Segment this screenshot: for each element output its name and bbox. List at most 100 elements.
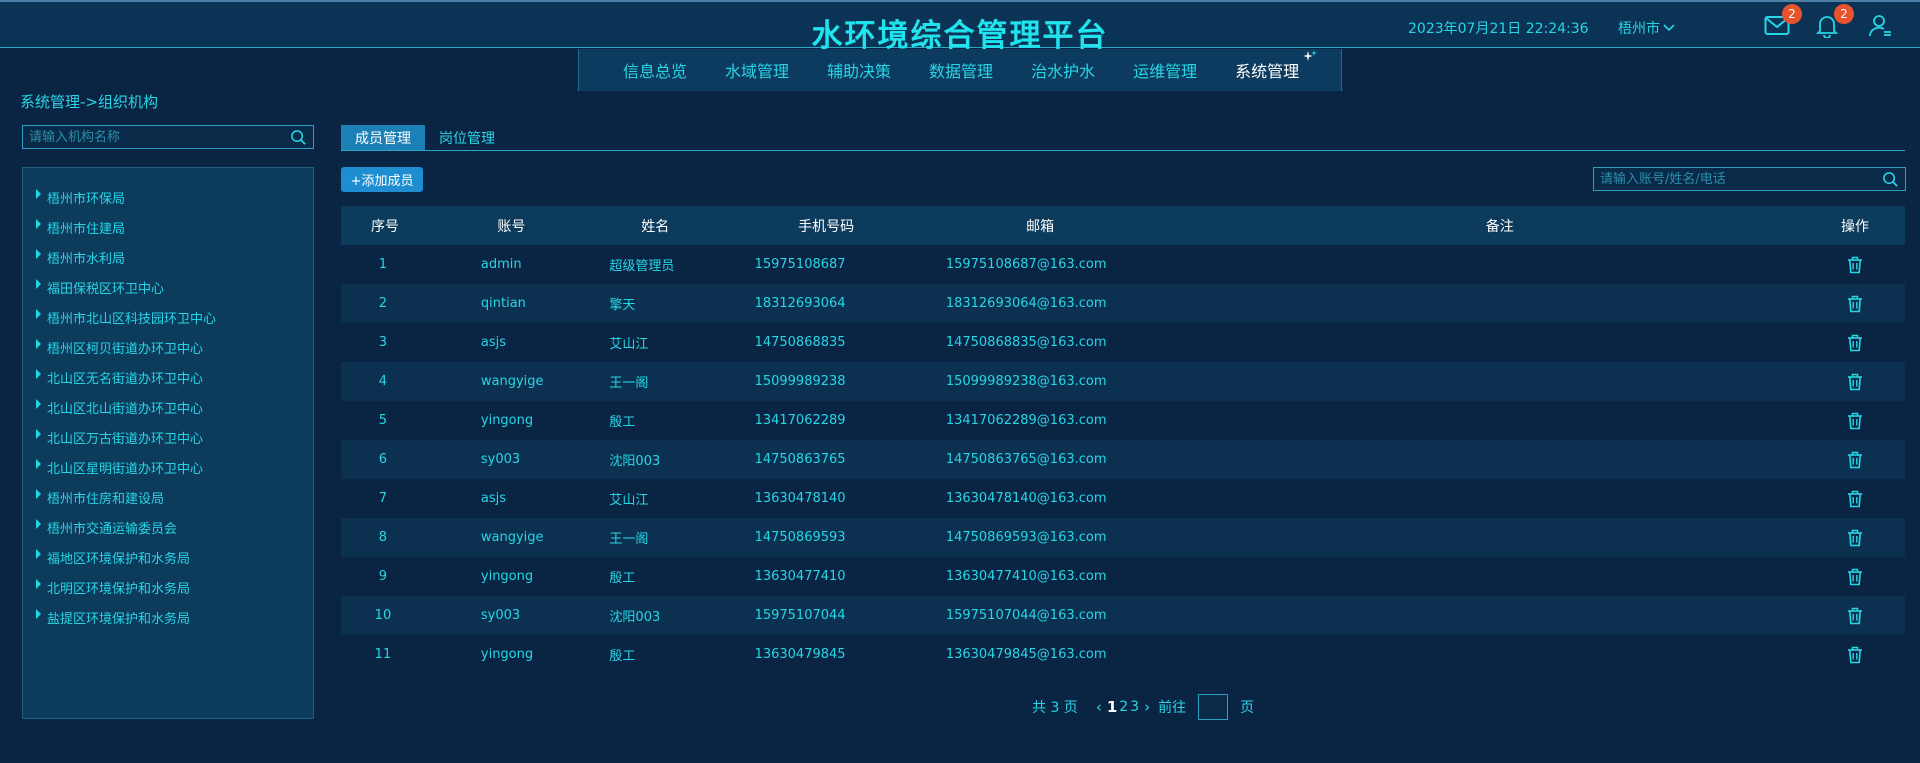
cell-phone: 14750869593 [754, 530, 846, 545]
page-total: 共 3 页 [1032, 700, 1078, 716]
tree-item[interactable]: 梧州市环保局 [23, 182, 313, 212]
user-icon [1869, 15, 1891, 37]
nav-item-overview[interactable]: 信息总览 [623, 58, 687, 82]
table-row: 11 yingong 殷工 13630479845 13630479845@163.co… [341, 635, 1905, 674]
mail-button[interactable]: 2 [1764, 4, 1802, 40]
caret-right-icon [36, 459, 41, 469]
cell-phone: 13630478140 [754, 491, 846, 506]
tree-item[interactable]: 北明区环境保护和水务局 [23, 572, 313, 602]
tree-item[interactable]: 梧州市交通运输委员会 [23, 512, 313, 542]
tab-positions[interactable]: 岗位管理 [425, 125, 509, 150]
table-row: 7 asjs 艾山江 13630478140 13630478140@163.com [341, 479, 1905, 518]
caret-right-icon [36, 519, 41, 529]
delete-icon[interactable] [1847, 568, 1863, 586]
caret-right-icon [36, 399, 41, 409]
page-2[interactable]: 2 [1119, 699, 1128, 715]
goto-page-input[interactable] [1198, 694, 1229, 720]
caret-right-icon [36, 609, 41, 619]
col-phone: 手机号码 [798, 218, 855, 235]
tree-item[interactable]: 福地区环境保护和水务局 [23, 542, 313, 572]
delete-icon[interactable] [1847, 373, 1863, 391]
cell-operation [1805, 412, 1905, 430]
tab-bar: 成员管理 岗位管理 [341, 125, 1905, 151]
cell-no: 1 [378, 257, 388, 272]
delete-icon[interactable] [1847, 529, 1863, 547]
city-selector[interactable]: 梧州市 [1618, 18, 1675, 38]
member-search-box [1593, 167, 1906, 191]
caret-right-icon [36, 309, 41, 319]
caret-right-icon [36, 339, 41, 349]
search-icon[interactable] [290, 129, 307, 146]
table-row: 1 admin 超级管理员 15975108687 15975108687@163.co… [341, 245, 1905, 284]
tree-item[interactable]: 北山区北山街道办环卫中心 [23, 392, 313, 422]
tree-item-label: 福田保税区环卫中心 [47, 281, 165, 297]
tab-members[interactable]: 成员管理 [341, 125, 425, 150]
nav-item-data[interactable]: 数据管理 [929, 58, 993, 82]
member-search-input[interactable] [1594, 168, 1905, 191]
tree-item[interactable]: 福田保税区环卫中心 [23, 272, 313, 302]
pagination: 共 3 页 ‹ 1 2 3 › 前往 页 [1032, 694, 1254, 720]
nav-item-decision[interactable]: 辅助决策 [827, 58, 891, 82]
cell-name: 王一阁 [609, 532, 649, 547]
tree-item[interactable]: 梧州市住房和建设局 [23, 482, 313, 512]
tree-item[interactable]: 北山区无名街道办环卫中心 [23, 362, 313, 392]
table-row: 5 yingong 殷工 13417062289 13417062289@163.com [341, 401, 1905, 440]
search-icon[interactable] [1882, 171, 1899, 188]
cell-email: 13417062289@163.com [945, 413, 1107, 428]
page-3[interactable]: 3 [1130, 699, 1139, 715]
tree-item-label: 梧州市住建局 [47, 221, 126, 237]
cell-operation [1805, 568, 1905, 586]
cell-no: 8 [378, 530, 388, 545]
tree-item[interactable]: 北山区星明街道办环卫中心 [23, 452, 313, 482]
notification-button[interactable]: 2 [1815, 4, 1854, 40]
cell-no: 4 [378, 374, 388, 389]
cell-phone: 13630479845 [754, 647, 846, 662]
delete-icon[interactable] [1847, 412, 1863, 430]
members-table: 序号 账号 姓名 手机号码 邮箱 备注 操作 1 admin 超级管理员 159751… [341, 206, 1905, 674]
bell-badge: 2 [1834, 4, 1854, 24]
caret-right-icon [36, 549, 41, 559]
tree-item-label: 梧州市北山区科技园环卫中心 [47, 311, 217, 327]
cell-phone: 13630477410 [754, 569, 846, 584]
delete-icon[interactable] [1847, 646, 1863, 664]
delete-icon[interactable] [1847, 295, 1863, 313]
tree-item-label: 北明区环境保护和水务局 [47, 581, 191, 597]
add-member-button[interactable]: +添加成员 [341, 167, 423, 192]
cell-no: 11 [374, 647, 392, 662]
cell-name: 超级管理员 [609, 259, 675, 274]
cell-name: 艾山江 [609, 493, 649, 508]
delete-icon[interactable] [1847, 256, 1863, 274]
nav-item-governance[interactable]: 治水护水 [1031, 58, 1095, 82]
cell-account: yingong [480, 647, 534, 662]
tree-item[interactable]: 梧州市水利局 [23, 242, 313, 272]
cell-email: 15099989238@163.com [945, 374, 1107, 389]
user-button[interactable] [1868, 12, 1896, 40]
delete-icon[interactable] [1847, 334, 1863, 352]
delete-icon[interactable] [1847, 451, 1863, 469]
caret-right-icon [36, 279, 41, 289]
tree-item[interactable]: 梧州区柯贝街道办环卫中心 [23, 332, 313, 362]
tree-item[interactable]: 盐提区环境保护和水务局 [23, 602, 313, 632]
cell-name: 殷工 [609, 649, 636, 664]
caret-right-icon [36, 489, 41, 499]
tree-item-label: 梧州市住房和建设局 [47, 491, 165, 507]
page-1[interactable]: 1 [1107, 698, 1117, 716]
tree-item[interactable]: 梧州市北山区科技园环卫中心 [23, 302, 313, 332]
col-operation: 操作 [1841, 218, 1869, 235]
cell-operation [1805, 451, 1905, 469]
chevron-left-icon[interactable]: ‹ [1096, 698, 1102, 716]
org-search-input[interactable] [23, 126, 313, 149]
delete-icon[interactable] [1847, 607, 1863, 625]
tree-item[interactable]: 梧州市住建局 [23, 212, 313, 242]
datetime: 2023年07月21日 22:24:36 [1408, 21, 1589, 37]
cell-phone: 15975107044 [754, 608, 846, 623]
delete-icon[interactable] [1847, 490, 1863, 508]
nav-item-system[interactable]: 系统管理 [1235, 50, 1318, 82]
cell-operation [1805, 334, 1905, 352]
nav-item-water-area[interactable]: 水域管理 [725, 58, 789, 82]
city-label: 梧州市 [1618, 21, 1660, 37]
nav-item-operations[interactable]: 运维管理 [1133, 58, 1197, 82]
tree-item[interactable]: 北山区万古街道办环卫中心 [23, 422, 313, 452]
tree-item-label: 北山区万古街道办环卫中心 [47, 431, 204, 447]
chevron-right-icon[interactable]: › [1144, 698, 1150, 716]
